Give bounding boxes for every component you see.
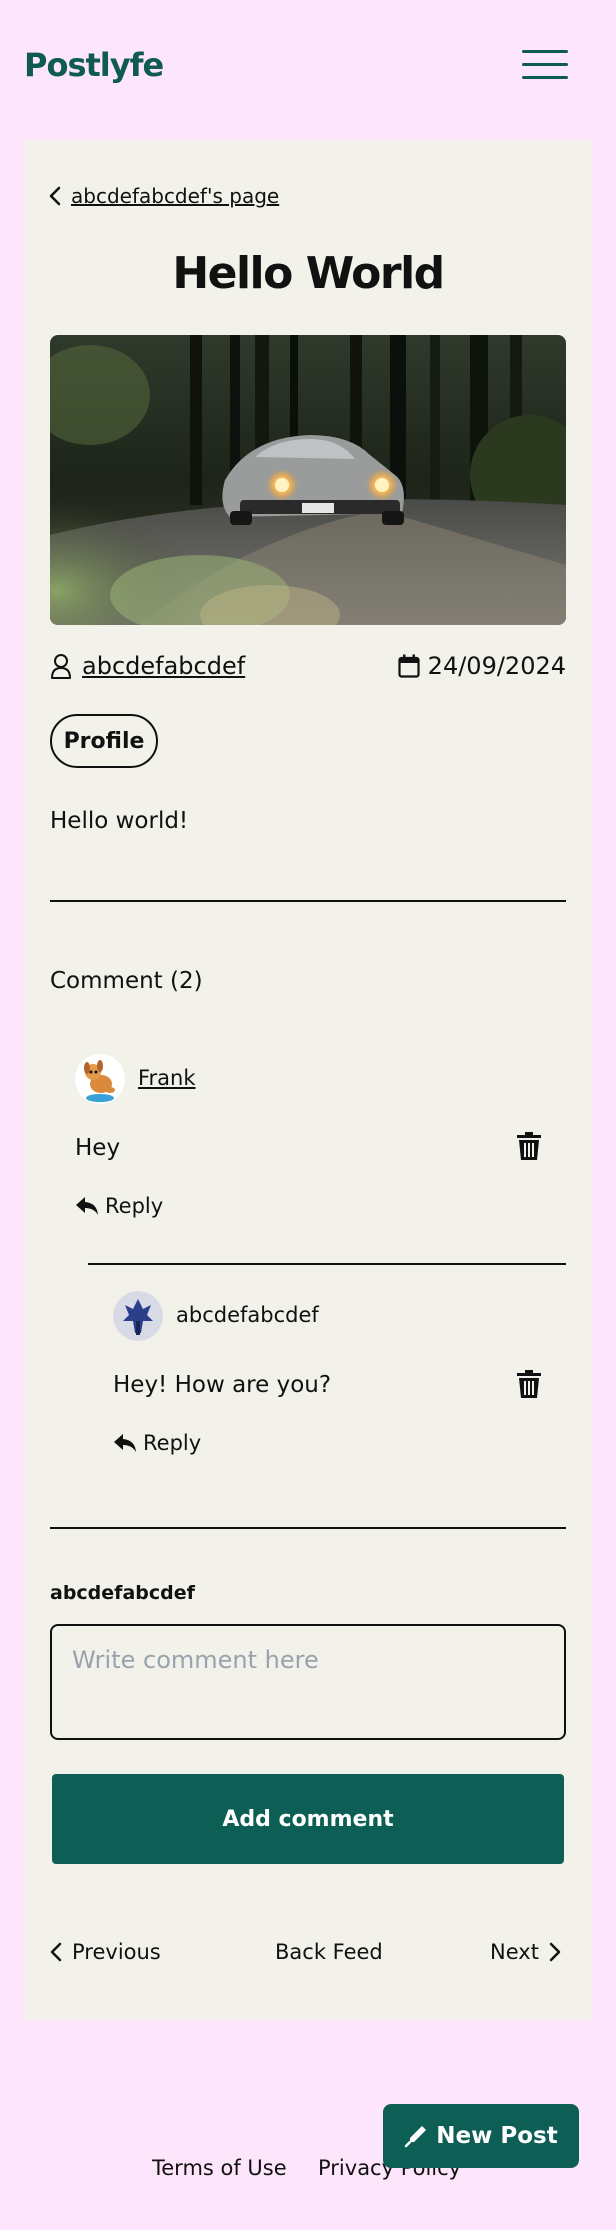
hamburger-menu-icon <box>522 50 568 53</box>
add-comment-button[interactable]: Add comment <box>52 1774 564 1864</box>
new-post-label: New Post <box>436 2123 558 2149</box>
comment-author-link[interactable]: Frank <box>138 1066 196 1090</box>
post-author-name: abcdefabcdef <box>82 652 246 680</box>
reply-icon <box>114 1434 136 1452</box>
trash-icon[interactable] <box>517 1132 541 1160</box>
comments-heading: Comment (2) <box>50 968 203 994</box>
back-to-user-page-link[interactable]: abcdefabcdef's page <box>49 184 279 208</box>
post-body: Hello world! <box>50 808 189 834</box>
divider <box>50 1527 566 1529</box>
pen-icon <box>405 2126 427 2148</box>
new-post-button[interactable]: New Post <box>383 2104 579 2168</box>
site-logo[interactable]: Postlyfe <box>24 46 164 84</box>
back-feed-label: Back Feed <box>275 1940 383 1964</box>
reply-icon <box>76 1197 98 1215</box>
post-title: Hello World <box>172 248 445 299</box>
post-card: abcdefabcdef's page Hello World abcdefab… <box>24 140 592 2020</box>
reply-text: Hey! How are you? <box>113 1372 332 1398</box>
previous-label: Previous <box>72 1940 161 1964</box>
calendar-icon <box>398 654 420 678</box>
next-post-link[interactable]: Next <box>490 1940 561 1964</box>
site-header: Postlyfe <box>0 0 616 135</box>
next-label: Next <box>490 1940 539 1964</box>
divider <box>88 1263 566 1265</box>
post-date: 24/09/2024 <box>398 652 566 680</box>
menu-button[interactable] <box>522 48 570 82</box>
chevron-left-icon <box>49 186 61 206</box>
post-author-link[interactable]: abcdefabcdef <box>50 652 245 680</box>
back-feed-link[interactable]: Back Feed <box>275 1940 383 1964</box>
hamburger-menu-icon <box>522 76 568 79</box>
back-link-label: abcdefabcdef's page <box>71 184 280 208</box>
profile-button[interactable]: Profile <box>50 714 158 768</box>
terms-link[interactable]: Terms of Use <box>152 2156 287 2180</box>
reply-button[interactable]: Reply <box>75 1194 163 1218</box>
post-date-value: 24/09/2024 <box>427 652 566 680</box>
post-image <box>50 335 566 625</box>
comment-input[interactable] <box>50 1624 566 1740</box>
comment-text: Hey <box>75 1135 121 1161</box>
comment-form-user: abcdefabcdef <box>50 1582 195 1604</box>
trash-icon[interactable] <box>517 1370 541 1398</box>
avatar <box>75 1054 125 1104</box>
previous-post-link[interactable]: Previous <box>50 1940 161 1964</box>
hamburger-menu-icon <box>522 63 568 66</box>
reply-label: Reply <box>105 1194 164 1218</box>
divider <box>50 900 566 902</box>
reply-label: Reply <box>143 1431 202 1455</box>
chevron-left-icon <box>50 1942 62 1962</box>
reply-author-name: abcdefabcdef <box>176 1303 319 1327</box>
reply-button[interactable]: Reply <box>113 1431 201 1455</box>
user-icon <box>51 654 71 679</box>
chevron-right-icon <box>549 1942 561 1962</box>
avatar <box>113 1291 163 1341</box>
